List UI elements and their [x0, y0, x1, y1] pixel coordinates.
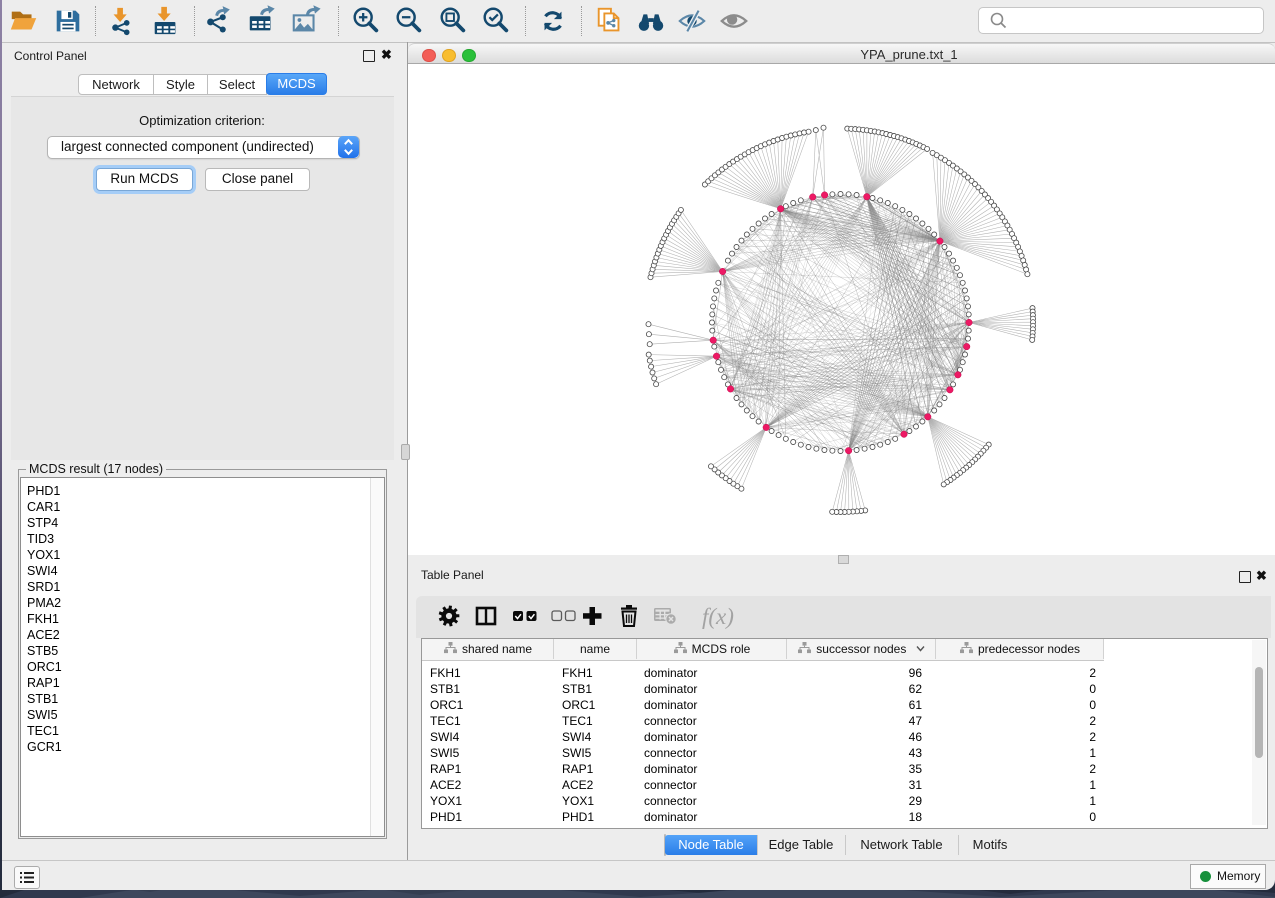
svg-text:f(x): f(x): [702, 604, 734, 629]
